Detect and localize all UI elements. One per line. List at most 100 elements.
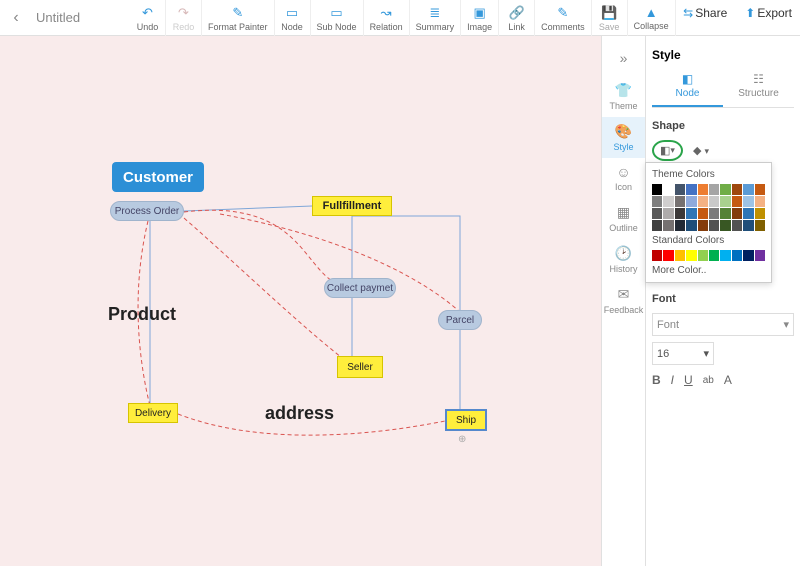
- label-address[interactable]: address: [265, 403, 334, 424]
- save-button[interactable]: 💾Save: [592, 0, 628, 36]
- summary-button[interactable]: ≣Summary: [410, 0, 462, 36]
- comments-button[interactable]: ✎Comments: [535, 0, 592, 36]
- image-icon: ▣: [473, 5, 485, 21]
- color-swatch[interactable]: [663, 250, 673, 261]
- node-customer[interactable]: Customer: [112, 162, 204, 192]
- diagram-canvas[interactable]: Customer Process Order Fullfillment Coll…: [0, 36, 601, 566]
- color-swatch[interactable]: [698, 250, 708, 261]
- italic-button[interactable]: I: [671, 373, 674, 387]
- color-swatch[interactable]: [732, 208, 742, 219]
- node-process-order[interactable]: Process Order: [110, 201, 184, 221]
- color-swatch[interactable]: [720, 208, 730, 219]
- color-swatch[interactable]: [686, 220, 696, 231]
- back-button[interactable]: ‹: [0, 9, 32, 27]
- color-swatch[interactable]: [720, 196, 730, 207]
- color-swatch[interactable]: [675, 220, 685, 231]
- color-swatch[interactable]: [698, 184, 708, 195]
- share-button[interactable]: ⇆Share: [683, 6, 727, 20]
- color-swatch[interactable]: [663, 208, 673, 219]
- color-swatch[interactable]: [743, 220, 753, 231]
- color-swatch[interactable]: [743, 208, 753, 219]
- color-swatch[interactable]: [652, 220, 662, 231]
- color-swatch[interactable]: [652, 250, 662, 261]
- sidestrip-feedback[interactable]: ✉Feedback: [602, 280, 645, 321]
- color-swatch[interactable]: [675, 250, 685, 261]
- color-swatch[interactable]: [743, 250, 753, 261]
- underline-button[interactable]: U: [684, 373, 693, 387]
- format-painter-button[interactable]: ✎Format Painter: [202, 0, 275, 36]
- font-family-select[interactable]: Font▾: [652, 313, 794, 336]
- color-swatch[interactable]: [755, 196, 765, 207]
- color-swatch[interactable]: [686, 250, 696, 261]
- color-swatch[interactable]: [675, 184, 685, 195]
- node-seller[interactable]: Seller: [337, 356, 383, 378]
- more-color-button[interactable]: More Color..: [652, 265, 765, 276]
- node-delivery[interactable]: Delivery: [128, 403, 178, 423]
- color-swatch[interactable]: [755, 208, 765, 219]
- color-swatch[interactable]: [663, 184, 673, 195]
- strikethrough-button[interactable]: ab: [703, 375, 714, 386]
- color-swatch[interactable]: [732, 196, 742, 207]
- border-color-button[interactable]: ◆ ▾: [693, 144, 709, 157]
- color-swatch[interactable]: [675, 208, 685, 219]
- color-swatch[interactable]: [709, 196, 719, 207]
- color-swatch[interactable]: [652, 184, 662, 195]
- tab-structure[interactable]: ☷Structure: [723, 72, 794, 107]
- relation-button[interactable]: ↝Relation: [364, 0, 410, 36]
- color-swatch[interactable]: [698, 196, 708, 207]
- sidestrip-history[interactable]: 🕑History: [602, 239, 645, 280]
- color-swatch[interactable]: [686, 184, 696, 195]
- add-node-icon[interactable]: ⊕: [458, 434, 466, 445]
- color-swatch[interactable]: [686, 208, 696, 219]
- color-swatch[interactable]: [698, 220, 708, 231]
- color-swatch[interactable]: [732, 220, 742, 231]
- sidestrip-style[interactable]: 🎨Style: [602, 117, 645, 158]
- sidestrip-outline[interactable]: ▦Outline: [602, 198, 645, 239]
- redo-button[interactable]: ↷Redo: [166, 0, 202, 36]
- color-swatch[interactable]: [720, 250, 730, 261]
- node-collect-payment[interactable]: Collect paymet: [324, 278, 396, 298]
- color-swatch[interactable]: [709, 184, 719, 195]
- link-button[interactable]: 🔗Link: [499, 0, 535, 36]
- color-swatch[interactable]: [743, 196, 753, 207]
- bold-button[interactable]: B: [652, 373, 661, 387]
- color-swatch[interactable]: [709, 208, 719, 219]
- feedback-icon: ✉: [618, 286, 630, 303]
- tab-node[interactable]: ◧Node: [652, 72, 723, 107]
- node-parcel[interactable]: Parcel: [438, 310, 482, 330]
- sidestrip-theme[interactable]: 👕Theme: [602, 76, 645, 117]
- export-button[interactable]: ⬆Export: [745, 6, 792, 20]
- chevron-down-icon: ▾: [703, 347, 709, 360]
- color-swatch[interactable]: [698, 208, 708, 219]
- font-size-select[interactable]: 16▾: [652, 342, 714, 365]
- font-color-button[interactable]: A: [724, 373, 732, 387]
- image-button[interactable]: ▣Image: [461, 0, 499, 36]
- color-swatch[interactable]: [720, 220, 730, 231]
- color-swatch[interactable]: [755, 250, 765, 261]
- node-fulfillment[interactable]: Fullfillment: [312, 196, 392, 216]
- color-swatch[interactable]: [709, 250, 719, 261]
- color-swatch[interactable]: [675, 196, 685, 207]
- color-swatch[interactable]: [686, 196, 696, 207]
- sub-node-button[interactable]: ▭Sub Node: [311, 0, 364, 36]
- color-swatch[interactable]: [652, 196, 662, 207]
- collapse-button[interactable]: ▲Collapse: [628, 0, 676, 36]
- color-swatch[interactable]: [652, 208, 662, 219]
- document-title[interactable]: Untitled: [36, 10, 80, 25]
- color-swatch[interactable]: [755, 220, 765, 231]
- color-swatch[interactable]: [732, 250, 742, 261]
- color-swatch[interactable]: [663, 220, 673, 231]
- label-product[interactable]: Product: [108, 304, 176, 325]
- color-swatch[interactable]: [709, 220, 719, 231]
- sidestrip-icon[interactable]: ☺Icon: [602, 158, 645, 198]
- color-swatch[interactable]: [743, 184, 753, 195]
- color-swatch[interactable]: [720, 184, 730, 195]
- undo-button[interactable]: ↶Undo: [130, 0, 166, 36]
- fill-color-button[interactable]: ◧ ▾: [652, 140, 683, 161]
- expand-panel-icon[interactable]: »: [620, 50, 628, 66]
- color-swatch[interactable]: [732, 184, 742, 195]
- node-ship[interactable]: Ship: [445, 409, 487, 431]
- color-swatch[interactable]: [663, 196, 673, 207]
- color-swatch[interactable]: [755, 184, 765, 195]
- node-button[interactable]: ▭Node: [275, 0, 311, 36]
